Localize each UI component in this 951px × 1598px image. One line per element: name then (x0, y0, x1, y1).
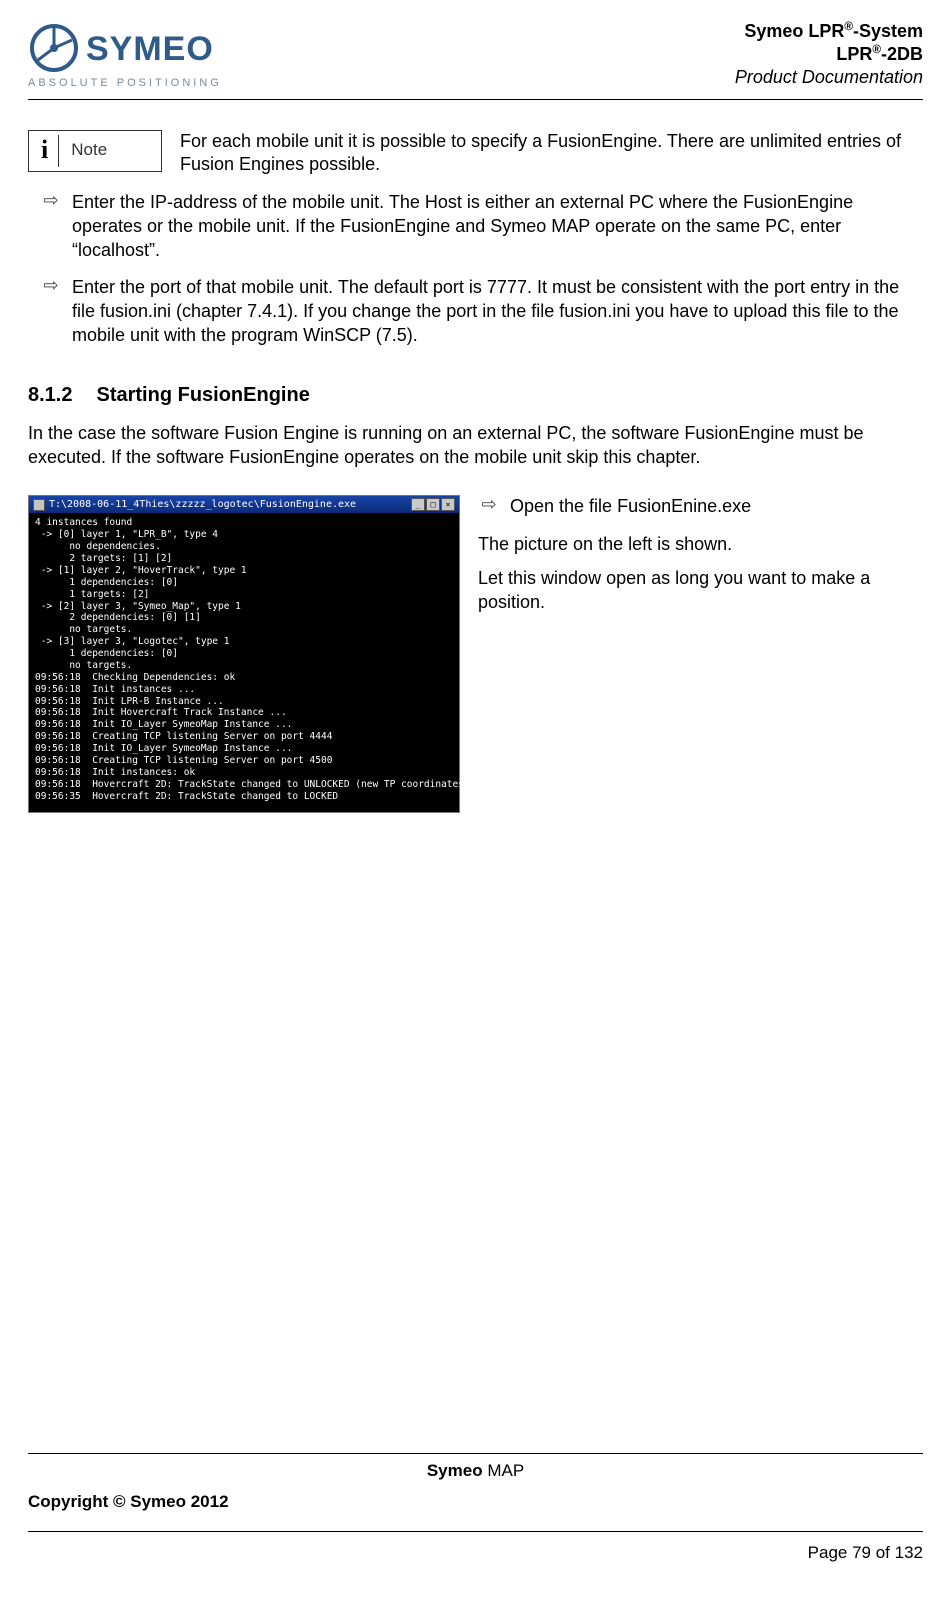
figure-row: T:\2008-06-11_4Thies\zzzzz_logotec\Fusio… (28, 495, 923, 813)
header-line1a: Symeo LPR (744, 21, 844, 41)
note-badge: i Note (28, 130, 162, 172)
console-screenshot: T:\2008-06-11_4Thies\zzzzz_logotec\Fusio… (28, 495, 460, 813)
close-icon: × (441, 498, 455, 511)
symeo-logo-icon: SYMEO (28, 20, 238, 78)
console-titlebar: T:\2008-06-11_4Thies\zzzzz_logotec\Fusio… (29, 496, 459, 513)
arrow-right-icon: ⇨ (478, 495, 500, 515)
section-number: 8.1.2 (28, 384, 72, 406)
note-callout: i Note For each mobile unit it is possib… (28, 128, 923, 178)
note-label: Note (67, 139, 107, 161)
minimize-icon: _ (411, 498, 425, 511)
header-line2a: LPR (836, 44, 872, 64)
console-body: 4 instances found -> [0] layer 1, "LPR_B… (29, 513, 459, 812)
instruction-text: Enter the port of that mobile unit. The … (72, 276, 923, 347)
instruction-text: Open the file FusionEnine.exe (510, 495, 751, 519)
section-heading: 8.1.2 Starting FusionEngine (28, 382, 923, 408)
note-text: For each mobile unit it is possible to s… (180, 128, 923, 178)
console-title-text: T:\2008-06-11_4Thies\zzzzz_logotec\Fusio… (49, 499, 356, 512)
footer-product-name: MAP (483, 1461, 525, 1480)
header-doc-titles: Symeo LPR®-System LPR®-2DB Product Docum… (735, 20, 923, 89)
footer-divider (28, 1531, 923, 1532)
footer-product-brand: Symeo (427, 1461, 483, 1480)
section-title: Starting FusionEngine (96, 384, 309, 406)
svg-text:SYMEO: SYMEO (86, 30, 214, 68)
footer-product: Symeo MAP (28, 1453, 923, 1482)
header-line1b: -System (853, 21, 923, 41)
logo-block: SYMEO ABSOLUTE POSITIONING (28, 20, 238, 91)
section-intro: In the case the software Fusion Engine i… (28, 422, 923, 470)
instruction-text: Enter the IP-address of the mobile unit.… (72, 191, 923, 262)
page-number: Page 79 of 132 (28, 1542, 923, 1564)
figure-right-column: ⇨ Open the file FusionEnine.exe The pict… (478, 495, 923, 624)
instruction-item: ⇨ Enter the port of that mobile unit. Th… (40, 276, 923, 347)
app-icon (33, 499, 45, 511)
footer-copyright: Copyright © Symeo 2012 (28, 1491, 923, 1513)
figure-caption-p1: The picture on the left is shown. (478, 533, 923, 557)
page-header: SYMEO ABSOLUTE POSITIONING Symeo LPR®-Sy… (28, 20, 923, 100)
figure-caption-p2: Let this window open as long you want to… (478, 567, 923, 615)
instruction-item: ⇨ Open the file FusionEnine.exe (478, 495, 923, 519)
logo-tagline: ABSOLUTE POSITIONING (28, 76, 238, 91)
arrow-right-icon: ⇨ (40, 276, 62, 296)
maximize-icon: □ (426, 498, 440, 511)
arrow-right-icon: ⇨ (40, 191, 62, 211)
instruction-item: ⇨ Enter the IP-address of the mobile uni… (40, 191, 923, 262)
header-line3: Product Documentation (735, 66, 923, 89)
info-icon: i (35, 135, 59, 167)
header-line2b: -2DB (881, 44, 923, 64)
page-footer: Symeo MAP Copyright © Symeo 2012 Page 79… (28, 1453, 923, 1564)
